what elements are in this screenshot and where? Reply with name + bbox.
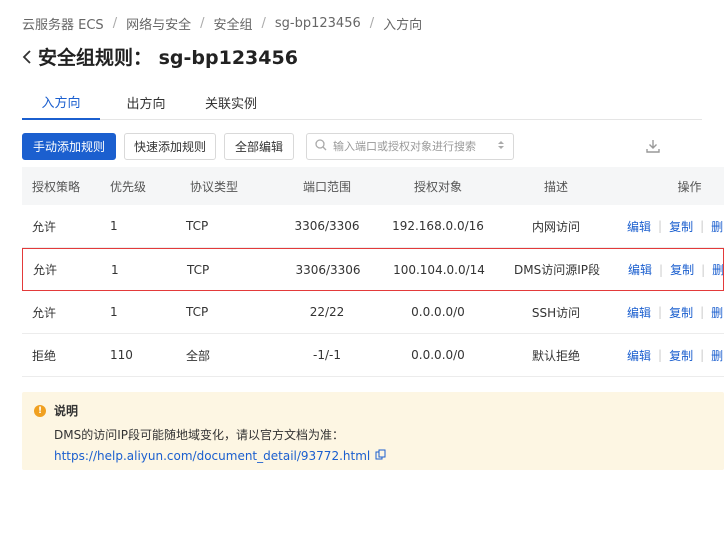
table-row: 允许 1 TCP 22/22 0.0.0.0/0 SSH访问 编辑 | 复制 | 删… bbox=[22, 291, 724, 334]
notice-title: 说明 bbox=[54, 404, 79, 418]
copy-link[interactable]: 复制 bbox=[669, 347, 693, 364]
search-input[interactable]: 输入端口或授权对象进行搜索 bbox=[306, 132, 514, 160]
page-title: 安全组规则： sg-bp123456 bbox=[38, 47, 298, 69]
delete-link[interactable]: 删除 bbox=[711, 304, 724, 321]
breadcrumb-item-network[interactable]: 网络与安全 bbox=[126, 14, 191, 33]
cell-priority: 1 bbox=[111, 262, 119, 277]
cell-description: DMS访问源IP段 bbox=[514, 263, 600, 277]
external-link-icon[interactable] bbox=[375, 449, 386, 463]
page-header: 安全组规则： sg-bp123456 bbox=[20, 43, 298, 70]
cell-port: 22/22 bbox=[309, 305, 345, 319]
notice-panel: ! 说明 DMS的访问IP段可能随地域变化，请以官方文档为准： https://… bbox=[22, 392, 724, 470]
cell-protocol: TCP bbox=[186, 305, 209, 319]
breadcrumb-item-ecs[interactable]: 云服务器 ECS bbox=[22, 14, 104, 33]
table-header: 授权策略 优先级 协议类型 端口范围 授权对象 描述 操作 bbox=[22, 167, 724, 205]
search-icon bbox=[315, 138, 327, 154]
notice-text: DMS的访问IP段可能随地域变化，请以官方文档为准： bbox=[54, 428, 344, 442]
edit-link[interactable]: 编辑 bbox=[627, 347, 651, 364]
cell-protocol: TCP bbox=[186, 219, 209, 233]
column-header-operations: 操作 bbox=[677, 179, 702, 194]
column-header-port: 端口范围 bbox=[302, 179, 351, 194]
doc-link-text[interactable]: https://help.aliyun.com/document_detail/… bbox=[54, 449, 370, 463]
op-divider: | bbox=[659, 262, 664, 277]
op-divider: | bbox=[658, 348, 663, 362]
column-header-priority: 优先级 bbox=[110, 179, 147, 194]
copy-link[interactable]: 复制 bbox=[669, 304, 693, 321]
toolbar: 手动添加规则 快速添加规则 全部编辑 输入端口或授权对象进行搜索 bbox=[22, 132, 514, 160]
op-divider: | bbox=[700, 219, 705, 233]
download-icon[interactable] bbox=[644, 137, 662, 155]
breadcrumb-separator: / bbox=[112, 16, 118, 31]
tab-associated-instances[interactable]: 关联实例 bbox=[192, 84, 270, 120]
breadcrumb-item-current: 入方向 bbox=[383, 18, 423, 33]
breadcrumb-item-security-group[interactable]: 安全组 bbox=[213, 14, 252, 33]
delete-link[interactable]: 删除 bbox=[711, 218, 724, 235]
back-arrow-icon[interactable] bbox=[20, 47, 34, 67]
notice-header: ! 说明 bbox=[34, 402, 712, 419]
cell-object: 192.168.0.0/16 bbox=[392, 219, 484, 233]
cell-port: -1/-1 bbox=[313, 348, 341, 362]
cell-operations: 编辑 | 复制 | 删除 bbox=[616, 261, 723, 278]
copy-link[interactable]: 复制 bbox=[669, 218, 693, 235]
delete-link[interactable]: 删除 bbox=[711, 347, 724, 364]
cell-object: 100.104.0.0/14 bbox=[393, 262, 485, 277]
tab-inbound[interactable]: 入方向 bbox=[22, 84, 100, 120]
op-divider: | bbox=[658, 305, 663, 319]
table-row: 允许 1 TCP 3306/3306 192.168.0.0/16 内网访问 编… bbox=[22, 205, 724, 248]
doc-link[interactable]: https://help.aliyun.com/document_detail/… bbox=[54, 449, 712, 463]
op-divider: | bbox=[658, 219, 663, 233]
cell-policy: 允许 bbox=[32, 219, 57, 234]
column-header-protocol: 协议类型 bbox=[190, 179, 239, 194]
op-divider: | bbox=[701, 262, 706, 277]
op-divider: | bbox=[700, 348, 705, 362]
breadcrumb: 云服务器 ECS / 网络与安全 / 安全组 / sg-bp123456 / 入… bbox=[22, 14, 422, 33]
breadcrumb-item-sg-id[interactable]: sg-bp123456 bbox=[275, 16, 361, 31]
cell-description: SSH访问 bbox=[531, 305, 581, 320]
cell-operations: 编辑 | 复制 | 删除 bbox=[615, 304, 724, 321]
column-header-description: 描述 bbox=[543, 179, 568, 194]
cell-description: 默认拒绝 bbox=[531, 348, 580, 363]
column-header-object: 授权对象 bbox=[413, 179, 462, 194]
sort-toggle-icon[interactable] bbox=[497, 139, 505, 153]
quick-add-rule-button[interactable]: 快速添加规则 bbox=[124, 132, 216, 160]
manual-add-rule-button[interactable]: 手动添加规则 bbox=[22, 132, 116, 160]
breadcrumb-separator: / bbox=[369, 16, 375, 31]
cell-policy: 允许 bbox=[33, 263, 58, 277]
cell-policy: 允许 bbox=[32, 305, 57, 320]
cell-port: 3306/3306 bbox=[294, 219, 360, 233]
cell-description: 内网访问 bbox=[531, 219, 580, 234]
table-row: 拒绝 110 全部 -1/-1 0.0.0.0/0 默认拒绝 编辑 | 复制 | 删… bbox=[22, 334, 724, 377]
cell-priority: 1 bbox=[110, 305, 118, 319]
edit-link[interactable]: 编辑 bbox=[627, 304, 651, 321]
copy-link[interactable]: 复制 bbox=[670, 261, 694, 278]
cell-priority: 1 bbox=[110, 219, 118, 233]
rules-table: 授权策略 优先级 协议类型 端口范围 授权对象 描述 操作 允许 1 TCP 3… bbox=[22, 167, 724, 377]
table-row-highlighted: 允许 1 TCP 3306/3306 100.104.0.0/14 DMS访问源… bbox=[22, 248, 724, 291]
op-divider: | bbox=[700, 305, 705, 319]
tab-outbound[interactable]: 出方向 bbox=[100, 84, 192, 120]
breadcrumb-separator: / bbox=[200, 16, 205, 31]
column-header-policy: 授权策略 bbox=[32, 179, 81, 194]
cell-priority: 110 bbox=[110, 348, 133, 362]
cell-operations: 编辑 | 复制 | 删除 bbox=[615, 347, 724, 364]
cell-policy: 拒绝 bbox=[32, 348, 57, 363]
edit-all-button[interactable]: 全部编辑 bbox=[224, 132, 294, 160]
breadcrumb-separator: / bbox=[261, 16, 266, 31]
cell-object: 0.0.0.0/0 bbox=[411, 348, 465, 362]
cell-operations: 编辑 | 复制 | 删除 bbox=[615, 218, 724, 235]
warning-icon: ! bbox=[34, 404, 46, 417]
search-placeholder: 输入端口或授权对象进行搜索 bbox=[333, 140, 476, 153]
cell-port: 3306/3306 bbox=[295, 262, 361, 277]
edit-link[interactable]: 编辑 bbox=[628, 261, 652, 278]
delete-link[interactable]: 删除 bbox=[712, 261, 723, 278]
edit-link[interactable]: 编辑 bbox=[627, 218, 651, 235]
cell-protocol: 全部 bbox=[186, 348, 211, 363]
tab-bar: 入方向 出方向 关联实例 bbox=[22, 84, 702, 120]
cell-object: 0.0.0.0/0 bbox=[411, 305, 465, 319]
cell-protocol: TCP bbox=[187, 262, 210, 277]
